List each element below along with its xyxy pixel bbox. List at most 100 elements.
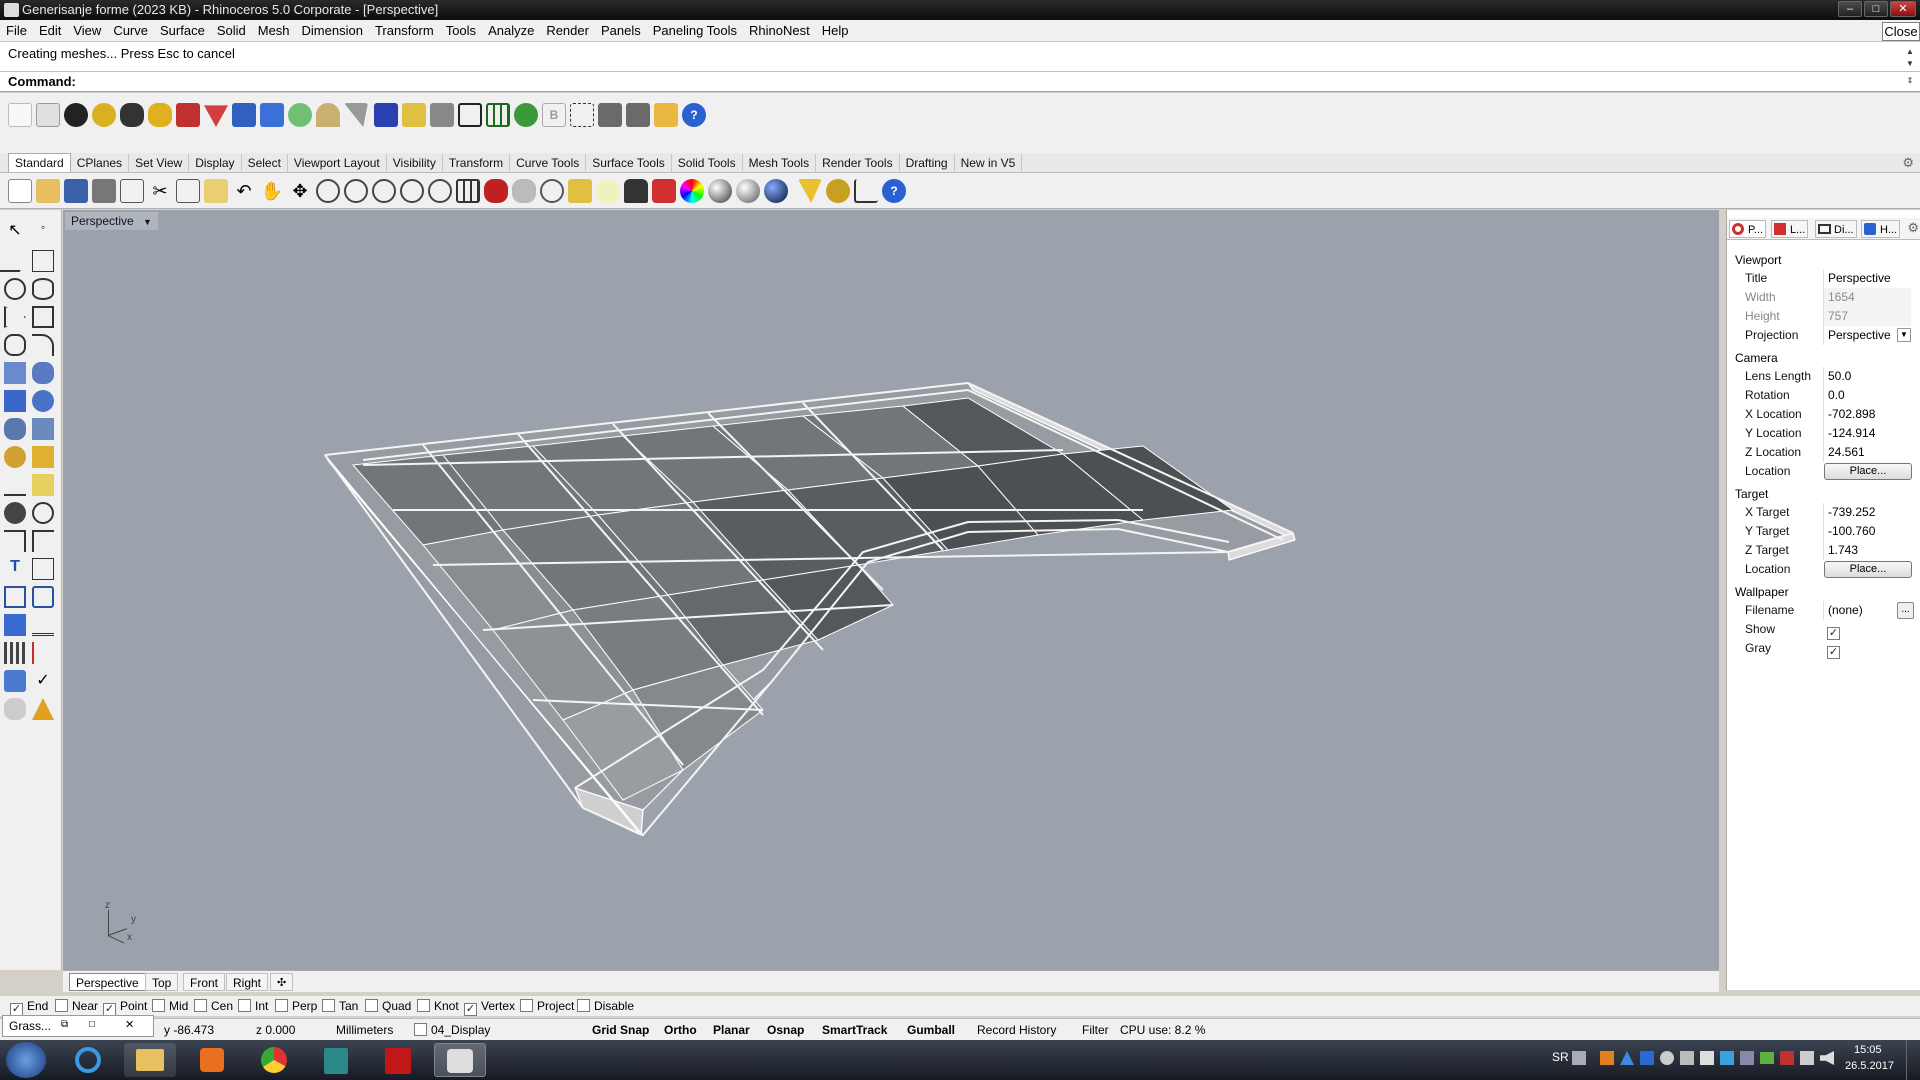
tray-battery-icon[interactable] [1760,1052,1774,1064]
nest-tool-6-icon[interactable] [204,105,228,127]
check-icon[interactable]: ✓ [32,670,54,692]
print-icon[interactable] [92,179,116,203]
frame-icon[interactable] [458,103,482,127]
array-icon[interactable] [4,642,26,664]
menu-analyze[interactable]: Analyze [482,20,540,42]
tab-visibility[interactable]: Visibility [387,154,443,173]
z-target-field[interactable]: 1.743 [1823,541,1911,560]
split-icon[interactable] [32,530,54,552]
export-hpgl-icon[interactable] [626,103,650,127]
block-icon[interactable] [32,586,54,608]
annotation-icon[interactable] [32,474,54,496]
recycle-icon[interactable] [288,103,312,127]
tray-security-icon[interactable] [1720,1051,1734,1065]
layers-icon[interactable] [652,179,676,203]
four-viewports-icon[interactable] [456,179,480,203]
y-location-field[interactable]: -124.914 [1823,424,1911,443]
tab-cplanes[interactable]: CPlanes [71,154,130,173]
tab-perspective[interactable]: Perspective [69,973,146,991]
clock-time[interactable]: 15:05 [1854,1044,1882,1056]
render-tool-icon[interactable] [32,446,54,468]
polyline-icon[interactable] [0,250,33,272]
osnap-tan[interactable]: Tan [322,999,358,1013]
help-icon[interactable]: ? [682,103,706,127]
osnap-toggle[interactable]: Osnap [767,1022,804,1038]
menu-render[interactable]: Render [540,20,595,42]
tray-bluetooth-icon[interactable] [1740,1051,1754,1065]
point-icon[interactable]: ◦ [32,220,54,242]
nest-tool-7-icon[interactable] [232,103,256,127]
menu-mesh[interactable]: Mesh [252,20,296,42]
tab-surface-tools[interactable]: Surface Tools [586,154,672,173]
close-tab-button[interactable]: Close [1882,22,1920,41]
dimension-icon[interactable] [854,179,878,203]
maximize-icon[interactable]: □ [89,1019,95,1030]
clock-date[interactable]: 26.5.2017 [1845,1060,1894,1072]
language-indicator[interactable]: SR [1552,1050,1569,1064]
tab-set-view[interactable]: Set View [129,154,190,173]
close-icon[interactable]: ✕ [125,1018,134,1031]
select-arrow-icon[interactable]: ↖ [4,220,26,242]
start-button-icon[interactable] [6,1042,46,1078]
osnap-perp[interactable]: Perp [275,999,317,1013]
polygon-icon[interactable] [4,334,26,356]
menu-dimension[interactable]: Dimension [296,20,369,42]
rotate-view-icon[interactable] [428,179,452,203]
dimension-tool-icon[interactable] [4,474,26,496]
zoom-extents-icon[interactable] [372,179,396,203]
curve-fillet-icon[interactable] [32,334,54,356]
menu-surface[interactable]: Surface [154,20,211,42]
menu-curve[interactable]: Curve [107,20,154,42]
rhinonest-icon[interactable] [8,103,32,127]
tab-properties[interactable]: P... [1729,220,1767,238]
tab-right[interactable]: Right [226,973,269,991]
osnap-cen[interactable]: Cen [194,999,233,1013]
osnap-knot[interactable]: Knot [417,999,459,1013]
close-window-button[interactable]: ✕ [1890,1,1916,17]
filter-toggle[interactable]: Filter [1082,1022,1109,1038]
target-place-button[interactable]: Place... [1824,561,1912,578]
cplane-icon[interactable] [540,179,564,203]
pan-hand-icon[interactable]: ✋ [260,179,284,203]
osnap-mid[interactable]: Mid [152,999,188,1013]
minimize-button[interactable]: – [1838,1,1862,17]
rotation-field[interactable]: 0.0 [1823,386,1911,405]
menu-help[interactable]: Help [816,20,855,42]
undo-icon[interactable]: ↶ [232,179,256,203]
tray-app4-icon[interactable] [1660,1051,1674,1065]
taskbar-explorer-icon[interactable] [124,1043,176,1077]
y-target-field[interactable]: -100.760 [1823,522,1911,541]
cone-icon[interactable] [32,698,54,720]
tray-app3-icon[interactable] [1640,1051,1654,1065]
trim-icon[interactable] [4,530,26,552]
menu-solid[interactable]: Solid [211,20,252,42]
nest-tool-4-icon[interactable] [148,103,172,127]
tab-viewport-layout[interactable]: Viewport Layout [288,154,387,173]
tab-top[interactable]: Top [145,973,179,991]
camera-place-button[interactable]: Place... [1824,463,1912,480]
projection-select[interactable]: Perspective ▼ [1823,326,1911,345]
tab-render-tools[interactable]: Render Tools [816,154,900,173]
menu-file[interactable]: File [0,20,33,42]
group-icon[interactable] [4,586,26,608]
command-input[interactable] [72,74,1892,90]
material-sphere-icon[interactable] [736,179,760,203]
surface-analysis-icon[interactable] [4,670,26,692]
surface-corner-icon[interactable] [4,362,26,384]
boolean-icon[interactable] [32,390,54,412]
light-bulb-icon[interactable] [596,179,620,203]
command-scroll-icon[interactable]: ⇕ [1904,77,1916,85]
select-points-icon[interactable] [568,179,592,203]
gumball-toggle[interactable]: Gumball [907,1022,955,1038]
add-viewport-tab-icon[interactable]: ✣ [270,973,294,991]
taskbar-app-icon[interactable] [310,1043,362,1077]
tab-front[interactable]: Front [183,973,226,991]
list-icon[interactable] [36,103,60,127]
tray-flag-icon[interactable] [1780,1051,1794,1065]
arc-icon[interactable] [316,103,340,127]
lock-icon[interactable] [624,179,648,203]
rectangle-icon[interactable] [32,306,54,328]
tab-new-in-v5[interactable]: New in V5 [955,154,1023,173]
car-render-icon[interactable] [484,179,508,203]
osnap-int[interactable]: Int [238,999,268,1013]
